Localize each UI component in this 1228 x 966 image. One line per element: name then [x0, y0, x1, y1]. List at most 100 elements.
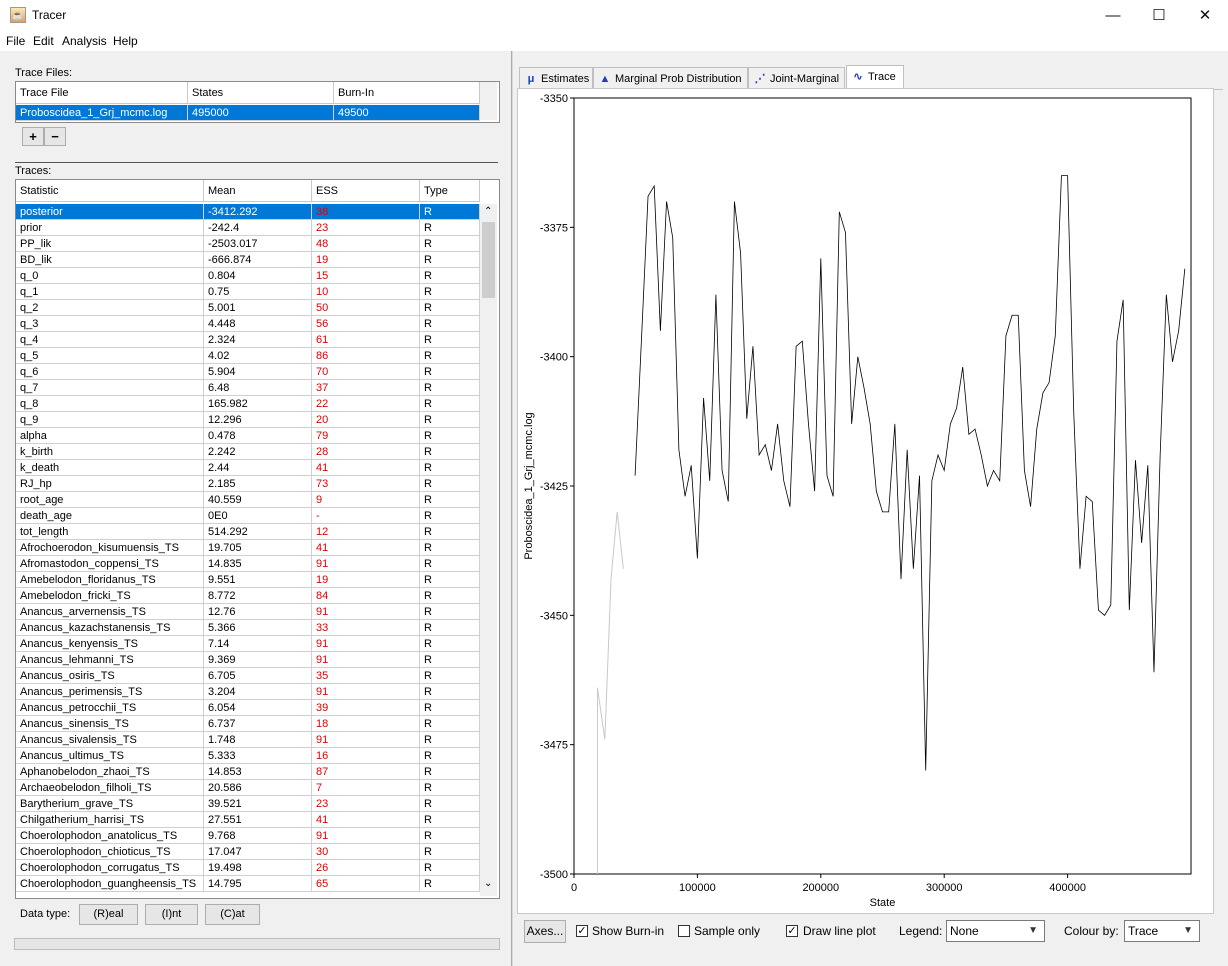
- trace-mean: 39.521: [204, 796, 312, 812]
- table-row[interactable]: Amebelodon_fricki_TS 8.772 84 R: [16, 588, 480, 604]
- table-row[interactable]: q_1 0.75 10 R: [16, 284, 480, 300]
- trace-statistic: root_age: [16, 492, 204, 508]
- table-row[interactable]: Anancus_sinensis_TS 6.737 18 R: [16, 716, 480, 732]
- table-row[interactable]: Anancus_kenyensis_TS 7.14 91 R: [16, 636, 480, 652]
- table-row[interactable]: q_3 4.448 56 R: [16, 316, 480, 332]
- trace-statistic: Anancus_osiris_TS: [16, 668, 204, 684]
- table-row[interactable]: q_8 165.982 22 R: [16, 396, 480, 412]
- table-row[interactable]: Choerolophodon_corrugatus_TS 19.498 26 R: [16, 860, 480, 876]
- table-row[interactable]: Choerolophodon_guangheensis_TS 14.795 65 R: [16, 876, 480, 892]
- table-row[interactable]: q_9 12.296 20 R: [16, 412, 480, 428]
- traces-header-statistic[interactable]: Statistic: [16, 180, 204, 202]
- trace-mean: 6.737: [204, 716, 312, 732]
- trace-files-header-states[interactable]: States: [188, 82, 334, 104]
- table-row[interactable]: Choerolophodon_anatolicus_TS 9.768 91 R: [16, 828, 480, 844]
- trace-files-header-file[interactable]: Trace File: [16, 82, 188, 104]
- table-row[interactable]: q_7 6.48 37 R: [16, 380, 480, 396]
- table-row[interactable]: Aphanobelodon_zhaoi_TS 14.853 87 R: [16, 764, 480, 780]
- data-type-real-button[interactable]: (R)eal: [79, 904, 138, 925]
- menu-file[interactable]: File: [6, 34, 25, 48]
- table-row[interactable]: Anancus_sivalensis_TS 1.748 91 R: [16, 732, 480, 748]
- menu-analysis[interactable]: Analysis: [62, 34, 107, 48]
- x-tick-label: 100000: [679, 882, 716, 894]
- table-row[interactable]: q_4 2.324 61 R: [16, 332, 480, 348]
- trace-files-header-burnin[interactable]: Burn-In: [334, 82, 480, 104]
- trace-file-row[interactable]: Proboscidea_1_Grj_mcmc.log 495000 49500: [16, 105, 480, 121]
- trace-type: R: [420, 796, 480, 812]
- trace-type: R: [420, 412, 480, 428]
- trace-file-burnin[interactable]: 49500: [334, 105, 480, 121]
- table-row[interactable]: Barytherium_grave_TS 39.521 23 R: [16, 796, 480, 812]
- sample-only-checkbox[interactable]: [678, 925, 690, 937]
- table-row[interactable]: Anancus_arvernensis_TS 12.76 91 R: [16, 604, 480, 620]
- traces-table: Statistic Mean ESS Type posterior -3412.2…: [15, 179, 500, 899]
- close-button[interactable]: ✕: [1182, 0, 1228, 31]
- tab-joint-marginal[interactable]: ⋰ Joint-Marginal: [748, 67, 845, 89]
- table-row[interactable]: Anancus_ultimus_TS 5.333 16 R: [16, 748, 480, 764]
- scroll-down-icon[interactable]: ⌄: [484, 878, 492, 889]
- table-row[interactable]: k_birth 2.242 28 R: [16, 444, 480, 460]
- trace-mean: -2503.017: [204, 236, 312, 252]
- show-burnin-checkbox[interactable]: ✓: [576, 925, 588, 937]
- table-row[interactable]: death_age 0E0- R: [16, 508, 480, 524]
- menu-edit[interactable]: Edit: [33, 34, 54, 48]
- table-row[interactable]: PP_lik -2503.017 48 R: [16, 236, 480, 252]
- table-row[interactable]: Archaeobelodon_filholi_TS 20.586 7 R: [16, 780, 480, 796]
- traces-header-mean[interactable]: Mean: [204, 180, 312, 202]
- table-row[interactable]: Afromastodon_coppensi_TS 14.835 91 R: [16, 556, 480, 572]
- x-tick-label: 0: [571, 882, 577, 894]
- traces-header-type[interactable]: Type: [420, 180, 480, 202]
- add-trace-file-button[interactable]: +: [22, 127, 44, 146]
- colour-by-select[interactable]: Trace ▼: [1124, 920, 1200, 942]
- trace-files-scrollbar[interactable]: [480, 82, 497, 120]
- scroll-thumb[interactable]: [482, 222, 495, 298]
- table-row[interactable]: q_2 5.001 50 R: [16, 300, 480, 316]
- trace-statistic: prior: [16, 220, 204, 236]
- remove-trace-file-button[interactable]: −: [44, 127, 66, 146]
- table-row[interactable]: RJ_hp 2.185 73 R: [16, 476, 480, 492]
- table-row[interactable]: Amebelodon_floridanus_TS 9.551 19 R: [16, 572, 480, 588]
- table-row[interactable]: Anancus_osiris_TS 6.705 35 R: [16, 668, 480, 684]
- trace-type: R: [420, 764, 480, 780]
- table-row[interactable]: Anancus_perimensis_TS 3.204 91 R: [16, 684, 480, 700]
- table-row[interactable]: tot_length 514.292 12 R: [16, 524, 480, 540]
- trace-mean: 5.366: [204, 620, 312, 636]
- tab-trace[interactable]: ∿ Trace: [846, 65, 904, 90]
- tab-estimates[interactable]: μ Estimates: [519, 67, 593, 89]
- minimize-button[interactable]: —: [1090, 0, 1136, 31]
- table-row[interactable]: Afrochoerodon_kisumuensis_TS 19.705 41 R: [16, 540, 480, 556]
- table-row[interactable]: q_0 0.804 15 R: [16, 268, 480, 284]
- table-row[interactable]: BD_lik -666.874 19 R: [16, 252, 480, 268]
- scroll-up-icon[interactable]: ⌃: [484, 206, 492, 217]
- trace-mean: 20.586: [204, 780, 312, 796]
- trace-ess: 7: [312, 780, 420, 796]
- table-row[interactable]: alpha 0.478 79 R: [16, 428, 480, 444]
- trace-ess: 10: [312, 284, 420, 300]
- table-row[interactable]: root_age 40.559 9 R: [16, 492, 480, 508]
- trace-statistic: q_3: [16, 316, 204, 332]
- table-row[interactable]: posterior -3412.292 38 R: [16, 204, 480, 220]
- table-row[interactable]: Anancus_petrocchii_TS 6.054 39 R: [16, 700, 480, 716]
- trace-statistic: k_death: [16, 460, 204, 476]
- tab-marginal-prob-distribution[interactable]: ▲ Marginal Prob Distribution: [593, 67, 748, 89]
- data-type-cat-button[interactable]: (C)at: [205, 904, 260, 925]
- menu-bar: File Edit Analysis Help: [0, 31, 1228, 51]
- table-row[interactable]: Anancus_lehmanni_TS 9.369 91 R: [16, 652, 480, 668]
- axes-button[interactable]: Axes...: [524, 920, 566, 943]
- table-row[interactable]: Anancus_kazachstanensis_TS 5.366 33 R: [16, 620, 480, 636]
- traces-scrollbar[interactable]: ⌃ ⌄: [480, 204, 497, 896]
- trace-type: R: [420, 588, 480, 604]
- maximize-button[interactable]: ☐: [1136, 0, 1182, 31]
- legend-select[interactable]: None ▼: [946, 920, 1045, 942]
- draw-line-plot-checkbox[interactable]: ✓: [786, 925, 798, 937]
- table-row[interactable]: q_5 4.02 86 R: [16, 348, 480, 364]
- table-row[interactable]: k_death 2.44 41 R: [16, 460, 480, 476]
- table-row[interactable]: prior -242.4 23 R: [16, 220, 480, 236]
- menu-help[interactable]: Help: [113, 34, 138, 48]
- trace-type: R: [420, 716, 480, 732]
- traces-header-ess[interactable]: ESS: [312, 180, 420, 202]
- data-type-int-button[interactable]: (I)nt: [145, 904, 198, 925]
- table-row[interactable]: Choerolophodon_chioticus_TS 17.047 30 R: [16, 844, 480, 860]
- table-row[interactable]: q_6 5.904 70 R: [16, 364, 480, 380]
- table-row[interactable]: Chilgatherium_harrisi_TS 27.551 41 R: [16, 812, 480, 828]
